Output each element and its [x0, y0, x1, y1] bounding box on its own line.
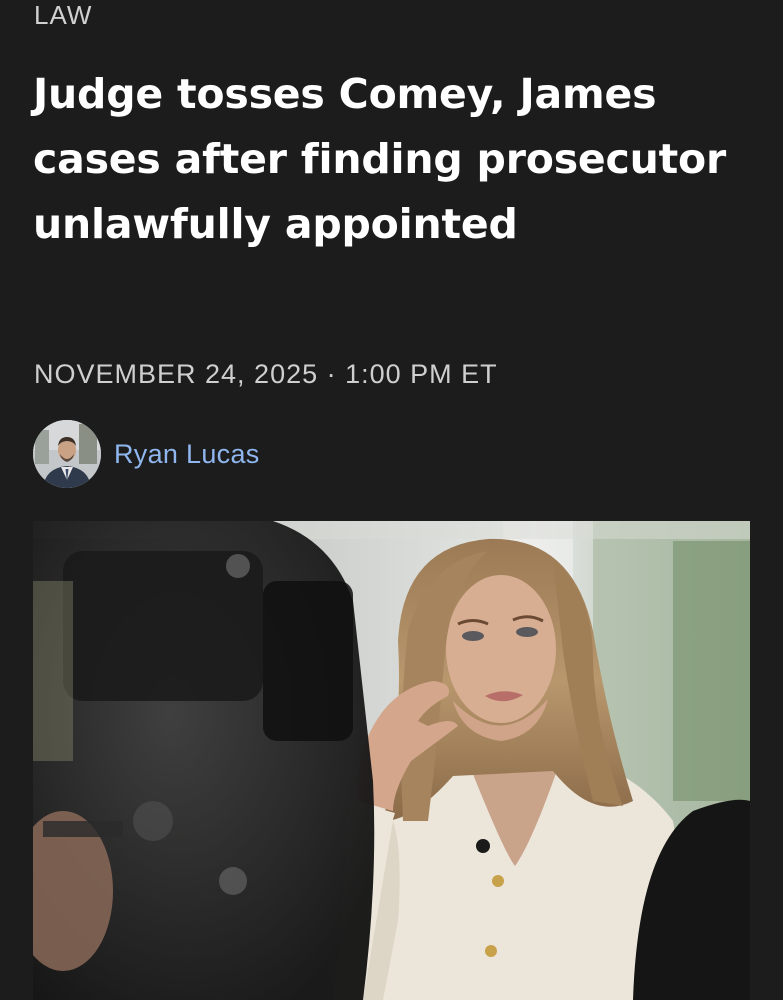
section-label[interactable]: LAW: [34, 0, 92, 30]
article-headline: Judge tosses Comey, James cases after fi…: [33, 70, 726, 248]
article: LAW Judge tosses Comey, James cases afte…: [0, 0, 783, 1000]
byline: Ryan Lucas: [33, 419, 260, 489]
article-dateline: NOVEMBER 24, 2025 · 1:00 PM ET: [34, 359, 498, 389]
author-avatar[interactable]: [33, 420, 101, 488]
lead-photo-image: [33, 521, 750, 1000]
lead-photo[interactable]: [33, 521, 750, 1000]
author-name-link[interactable]: Ryan Lucas: [114, 439, 260, 470]
author-portrait-image: [33, 420, 101, 488]
